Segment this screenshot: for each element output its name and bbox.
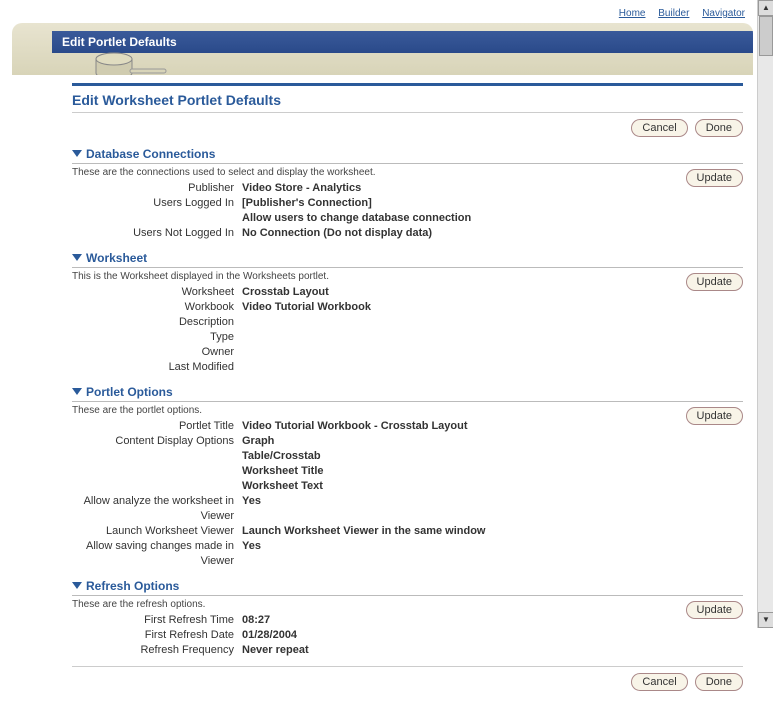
section-desc: These are the portlet options. xyxy=(72,405,743,416)
field-value: Graph xyxy=(242,434,274,449)
field-value: Yes xyxy=(242,539,261,569)
collapse-icon[interactable] xyxy=(72,150,82,157)
update-button[interactable]: Update xyxy=(686,169,743,187)
field-value: Video Tutorial Workbook xyxy=(242,300,371,315)
cancel-button[interactable]: Cancel xyxy=(631,673,687,691)
field-label: Description xyxy=(72,315,242,330)
cancel-button[interactable]: Cancel xyxy=(631,119,687,137)
field-label: Portlet Title xyxy=(72,419,242,434)
field-label xyxy=(72,479,242,494)
banner-db-icon xyxy=(92,47,172,75)
field-label: Allow saving changes made in Viewer xyxy=(72,539,242,569)
field-label: Type xyxy=(72,330,242,345)
divider xyxy=(72,666,743,667)
divider xyxy=(72,83,743,86)
page-title: Edit Worksheet Portlet Defaults xyxy=(72,92,743,108)
field-label: First Refresh Date xyxy=(72,628,242,643)
po-fields: Portlet TitleVideo Tutorial Workbook - C… xyxy=(72,419,743,569)
nav-navigator[interactable]: Navigator xyxy=(702,8,745,19)
field-label: Owner xyxy=(72,345,242,360)
db-fields: PublisherVideo Store - Analytics Users L… xyxy=(72,181,743,241)
field-value: Yes xyxy=(242,494,261,524)
nav-builder[interactable]: Builder xyxy=(658,8,689,19)
field-value: Table/Crosstab xyxy=(242,449,321,464)
scrollbar-thumb[interactable] xyxy=(759,16,773,56)
section-desc: These are the refresh options. xyxy=(72,599,743,610)
section-refresh-options: Refresh Options xyxy=(72,579,743,596)
scrollbar[interactable]: ▲ ▼ xyxy=(757,0,773,628)
collapse-icon[interactable] xyxy=(72,254,82,261)
section-database-connections: Database Connections xyxy=(72,147,743,164)
field-value: Launch Worksheet Viewer in the same wind… xyxy=(242,524,486,539)
field-label xyxy=(72,464,242,479)
field-label: Users Logged In xyxy=(72,196,242,211)
field-label: Worksheet xyxy=(72,285,242,300)
scroll-down-icon[interactable]: ▼ xyxy=(758,612,773,628)
update-button[interactable]: Update xyxy=(686,601,743,619)
ws-fields: WorksheetCrosstab Layout WorkbookVideo T… xyxy=(72,285,743,375)
scroll-up-icon[interactable]: ▲ xyxy=(758,0,773,16)
field-value: 08:27 xyxy=(242,613,270,628)
section-portlet-options: Portlet Options xyxy=(72,385,743,402)
nav-home[interactable]: Home xyxy=(619,8,646,19)
banner: Edit Portlet Defaults xyxy=(12,23,753,75)
field-label: Refresh Frequency xyxy=(72,643,242,658)
done-button[interactable]: Done xyxy=(695,673,743,691)
field-label xyxy=(72,211,242,226)
field-value: Worksheet Title xyxy=(242,464,324,479)
field-value: Never repeat xyxy=(242,643,309,658)
field-value: Allow users to change database connectio… xyxy=(242,211,471,226)
field-label: Workbook xyxy=(72,300,242,315)
field-value: Video Store - Analytics xyxy=(242,181,361,196)
section-worksheet: Worksheet xyxy=(72,251,743,268)
field-label: First Refresh Time xyxy=(72,613,242,628)
update-button[interactable]: Update xyxy=(686,273,743,291)
field-label: Users Not Logged In xyxy=(72,226,242,241)
field-value: Crosstab Layout xyxy=(242,285,329,300)
update-button[interactable]: Update xyxy=(686,407,743,425)
field-label: Publisher xyxy=(72,181,242,196)
field-value: Video Tutorial Workbook - Crosstab Layou… xyxy=(242,419,468,434)
ro-fields: First Refresh Time08:27 First Refresh Da… xyxy=(72,613,743,658)
field-value: [Publisher's Connection] xyxy=(242,196,372,211)
field-value: No Connection (Do not display data) xyxy=(242,226,432,241)
collapse-icon[interactable] xyxy=(72,388,82,395)
field-label xyxy=(72,449,242,464)
field-value: Worksheet Text xyxy=(242,479,323,494)
collapse-icon[interactable] xyxy=(72,582,82,589)
section-desc: These are the connections used to select… xyxy=(72,167,743,178)
field-label: Launch Worksheet Viewer xyxy=(72,524,242,539)
field-label: Content Display Options xyxy=(72,434,242,449)
section-desc: This is the Worksheet displayed in the W… xyxy=(72,271,743,282)
field-label: Allow analyze the worksheet in Viewer xyxy=(72,494,242,524)
divider xyxy=(72,112,743,113)
field-label: Last Modified xyxy=(72,360,242,375)
top-nav: Home Builder Navigator xyxy=(12,4,753,21)
field-value: 01/28/2004 xyxy=(242,628,297,643)
done-button[interactable]: Done xyxy=(695,119,743,137)
